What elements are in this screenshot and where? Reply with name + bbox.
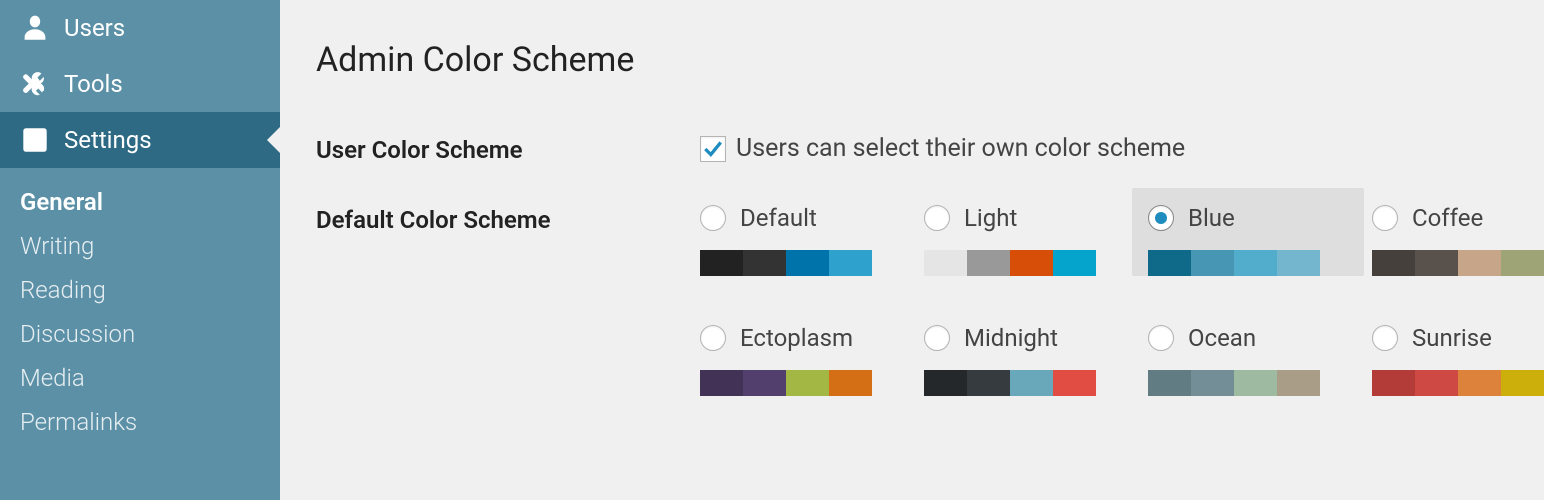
sliders-icon <box>20 127 50 153</box>
scheme-name: Coffee <box>1412 204 1483 232</box>
scheme-name: Ocean <box>1188 324 1256 352</box>
scheme-swatches <box>1148 370 1320 396</box>
radio-icon[interactable] <box>1148 325 1174 351</box>
radio-icon[interactable] <box>1372 325 1398 351</box>
main-content: Admin Color Scheme User Color Scheme Use… <box>280 0 1544 500</box>
scheme-option-ectoplasm[interactable]: Ectoplasm <box>684 308 916 396</box>
radio-icon[interactable] <box>924 325 950 351</box>
scheme-option-light[interactable]: Light <box>908 188 1140 276</box>
scheme-swatches <box>1372 250 1544 276</box>
radio-icon[interactable] <box>700 325 726 351</box>
scheme-option-sunrise[interactable]: Sunrise <box>1356 308 1544 396</box>
scheme-swatches <box>1148 250 1320 276</box>
radio-icon[interactable] <box>1148 205 1174 231</box>
sidebar-item-settings[interactable]: Settings <box>0 112 280 168</box>
user-color-scheme-label: User Color Scheme <box>316 134 700 164</box>
checkbox-label: Users can select their own color scheme <box>736 134 1185 163</box>
sidebar-subitem-writing[interactable]: Writing <box>0 224 280 268</box>
sidebar-item-label: Tools <box>64 70 123 98</box>
sidebar-item-users[interactable]: Users <box>0 0 280 56</box>
radio-icon[interactable] <box>700 205 726 231</box>
default-color-scheme-row: Default Color Scheme Default Light Blue Cof… <box>316 204 1544 396</box>
sidebar-subitem-general[interactable]: General <box>0 180 280 224</box>
sidebar-subitem-reading[interactable]: Reading <box>0 268 280 312</box>
radio-icon[interactable] <box>1372 205 1398 231</box>
scheme-swatches <box>700 370 872 396</box>
scheme-name: Light <box>964 204 1017 232</box>
scheme-name: Ectoplasm <box>740 324 853 352</box>
scheme-option-coffee[interactable]: Coffee <box>1356 188 1544 276</box>
user-icon <box>20 15 50 41</box>
scheme-name: Midnight <box>964 324 1058 352</box>
color-scheme-grid: Default Light Blue Coffee Ectoplasm Midnight O… <box>700 204 1544 396</box>
scheme-option-midnight[interactable]: Midnight <box>908 308 1140 396</box>
scheme-swatches <box>924 250 1096 276</box>
page-title: Admin Color Scheme <box>316 40 1544 80</box>
scheme-option-ocean[interactable]: Ocean <box>1132 308 1364 396</box>
sidebar-item-label: Settings <box>64 126 152 154</box>
scheme-option-default[interactable]: Default <box>684 188 916 276</box>
scheme-name: Blue <box>1188 204 1235 232</box>
allow-user-scheme-toggle[interactable]: Users can select their own color scheme <box>700 134 1544 163</box>
admin-sidebar: Users Tools Settings General Writing Rea… <box>0 0 280 500</box>
sidebar-subitem-discussion[interactable]: Discussion <box>0 312 280 356</box>
checkbox-icon[interactable] <box>700 136 726 162</box>
scheme-name: Default <box>740 204 817 232</box>
sidebar-item-tools[interactable]: Tools <box>0 56 280 112</box>
sidebar-subitem-media[interactable]: Media <box>0 356 280 400</box>
scheme-option-blue[interactable]: Blue <box>1132 188 1364 276</box>
scheme-name: Sunrise <box>1412 324 1492 352</box>
radio-icon[interactable] <box>924 205 950 231</box>
sidebar-subitem-permalinks[interactable]: Permalinks <box>0 400 280 444</box>
user-color-scheme-row: User Color Scheme Users can select their… <box>316 134 1544 164</box>
default-color-scheme-label: Default Color Scheme <box>316 204 700 234</box>
sidebar-item-label: Users <box>64 14 125 42</box>
scheme-swatches <box>1372 370 1544 396</box>
scheme-swatches <box>700 250 872 276</box>
scheme-swatches <box>924 370 1096 396</box>
wrench-icon <box>20 71 50 97</box>
